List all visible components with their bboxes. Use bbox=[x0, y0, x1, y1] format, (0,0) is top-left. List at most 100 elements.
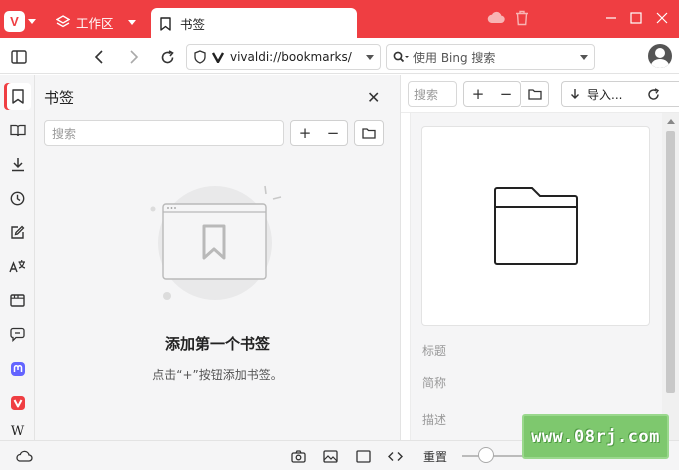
sync-button[interactable] bbox=[487, 10, 505, 24]
wikipedia-icon: W bbox=[10, 424, 25, 439]
vivaldi-v-icon bbox=[212, 52, 224, 63]
url-text: vivaldi://bookmarks/ bbox=[230, 50, 352, 64]
title-field-label: 标题 bbox=[422, 344, 447, 358]
cloud-icon bbox=[487, 11, 505, 23]
page-actions-button[interactable] bbox=[385, 447, 405, 465]
minimize-button[interactable] bbox=[597, 6, 625, 30]
refresh-icon bbox=[648, 87, 660, 100]
folder-icon bbox=[493, 187, 578, 265]
trash-button[interactable] bbox=[515, 10, 529, 26]
sidebar-item-chat[interactable] bbox=[4, 321, 31, 348]
empty-state-title: 添加第一个书签 bbox=[164, 335, 270, 353]
remove-bookmark-button[interactable]: − bbox=[319, 121, 347, 145]
import-label: 导入... bbox=[587, 87, 623, 102]
address-bar: vivaldi://bookmarks/ 使用 Bing 搜索 bbox=[0, 38, 679, 74]
empty-bookmarks-illustration bbox=[150, 185, 282, 300]
history-icon bbox=[10, 191, 25, 206]
sidebar-item-history[interactable] bbox=[4, 185, 31, 212]
site-watermark: www.08rj.com bbox=[522, 414, 669, 459]
manager-scrollbar[interactable] bbox=[662, 113, 679, 440]
sidebar-item-vivaldi[interactable] bbox=[4, 389, 31, 416]
tab-bar: V 工作区 书签 + bbox=[0, 0, 679, 39]
workspace-label: 工作区 bbox=[76, 15, 114, 31]
bookmark-icon bbox=[11, 89, 24, 104]
chevron-down-icon[interactable] bbox=[366, 54, 374, 60]
add-bookmark-button[interactable]: + bbox=[291, 121, 319, 145]
nickname-field-label: 简称 bbox=[422, 376, 447, 390]
trash-icon bbox=[516, 10, 528, 26]
zoom-reset-button[interactable]: 重置 bbox=[423, 448, 447, 465]
folder-icon bbox=[362, 128, 376, 139]
sidebar-item-mastodon[interactable] bbox=[4, 355, 31, 382]
bookmark-icon bbox=[160, 16, 171, 31]
forward-button[interactable] bbox=[123, 46, 145, 68]
reading-list-icon bbox=[9, 124, 26, 137]
filter-placeholder: 搜索 bbox=[52, 126, 77, 141]
chevron-left-icon bbox=[94, 50, 103, 64]
chevron-down-icon bbox=[127, 19, 136, 25]
bookmark-filter-input[interactable]: 搜索 bbox=[44, 120, 284, 146]
cloud-icon bbox=[16, 450, 33, 462]
new-folder-button[interactable] bbox=[354, 120, 384, 146]
page-tiling-button[interactable] bbox=[353, 447, 373, 465]
manager-add-button[interactable]: + bbox=[464, 82, 492, 106]
tab-title: 书签 bbox=[180, 17, 206, 32]
tab-bookmarks[interactable]: 书签 bbox=[151, 8, 357, 39]
translate-icon bbox=[9, 260, 26, 273]
manager-search-input[interactable]: 搜索 bbox=[408, 81, 457, 107]
panel-close-button[interactable]: ✕ bbox=[367, 88, 380, 107]
scroll-thumb[interactable] bbox=[666, 131, 675, 393]
bookmark-panel: 书签 ✕ 搜索 + − 添加第一个书签 点击“+”按钮添加书签。 bbox=[35, 75, 400, 440]
scroll-up-icon bbox=[667, 119, 675, 124]
manager-new-folder-button[interactable] bbox=[521, 81, 549, 107]
reload-icon bbox=[161, 49, 174, 63]
reload-button[interactable] bbox=[156, 46, 178, 68]
image-icon bbox=[322, 449, 338, 463]
manager-toolbar: 搜索 + − 导入... bbox=[401, 75, 679, 113]
import-button[interactable]: 导入... bbox=[561, 81, 679, 107]
shield-icon bbox=[194, 50, 206, 64]
mastodon-icon bbox=[10, 361, 25, 376]
maximize-icon bbox=[630, 12, 642, 24]
sidebar-item-window[interactable] bbox=[4, 287, 31, 314]
tiling-icon bbox=[355, 449, 371, 463]
camera-icon bbox=[290, 449, 306, 463]
side-panel-strip: W bbox=[0, 75, 35, 440]
panel-title: 书签 bbox=[44, 89, 75, 107]
close-window-button[interactable] bbox=[648, 6, 676, 30]
sidebar-item-reading-list[interactable] bbox=[4, 117, 31, 144]
vivaldi-menu-button[interactable]: V bbox=[4, 9, 46, 33]
workspace-button[interactable]: 工作区 bbox=[56, 10, 136, 34]
chevron-down-icon[interactable] bbox=[580, 54, 588, 60]
sidebar-item-wikipedia[interactable]: W bbox=[4, 423, 31, 440]
sidebar-item-downloads[interactable] bbox=[4, 151, 31, 178]
sidebar-item-notes[interactable] bbox=[4, 219, 31, 246]
search-engine-icon bbox=[393, 51, 409, 62]
notes-icon bbox=[11, 225, 25, 239]
bookmark-tree[interactable] bbox=[401, 113, 411, 440]
minimize-icon bbox=[606, 17, 616, 19]
description-field-label: 描述 bbox=[422, 413, 447, 427]
profile-avatar[interactable] bbox=[648, 44, 672, 68]
sync-status-button[interactable] bbox=[13, 447, 35, 465]
search-field[interactable]: 使用 Bing 搜索 bbox=[386, 44, 595, 70]
chevron-right-icon bbox=[130, 50, 139, 64]
folder-icon bbox=[527, 89, 542, 100]
panel-toggle-button[interactable] bbox=[8, 46, 30, 68]
images-toggle-button[interactable] bbox=[320, 447, 340, 465]
zoom-slider-thumb[interactable] bbox=[478, 447, 494, 463]
sidebar-item-bookmarks[interactable] bbox=[4, 83, 31, 110]
downloads-icon bbox=[11, 158, 24, 172]
code-icon bbox=[387, 451, 403, 461]
watermark-text: www.08rj.com bbox=[531, 426, 660, 447]
new-tab-button[interactable]: + bbox=[336, 12, 353, 32]
vivaldi-logo-icon: V bbox=[4, 10, 25, 32]
capture-button[interactable] bbox=[288, 447, 308, 465]
url-field[interactable]: vivaldi://bookmarks/ bbox=[186, 44, 381, 70]
manager-remove-button[interactable]: − bbox=[492, 82, 520, 106]
bookmark-editor: 标题 简称 描述 bbox=[401, 113, 679, 440]
search-placeholder: 使用 Bing 搜索 bbox=[413, 50, 496, 65]
maximize-button[interactable] bbox=[622, 6, 650, 30]
back-button[interactable] bbox=[88, 46, 110, 68]
sidebar-item-translate[interactable] bbox=[4, 253, 31, 280]
